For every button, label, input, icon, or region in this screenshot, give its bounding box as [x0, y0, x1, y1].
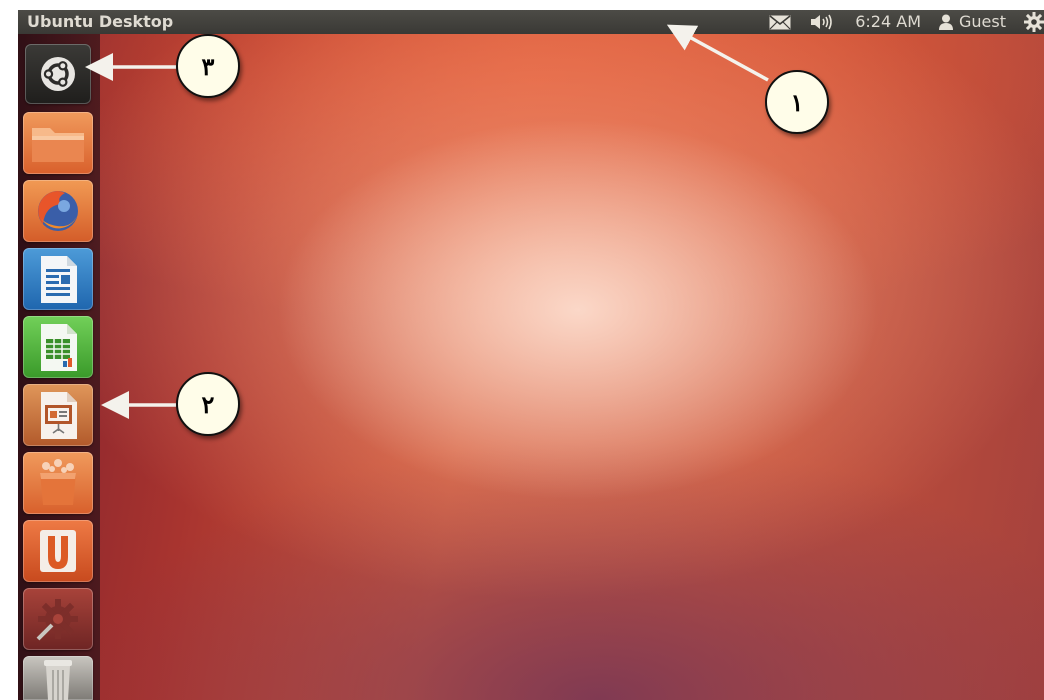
annotation-arrows	[85, 24, 769, 419]
callout-2: ٢	[176, 372, 240, 436]
callout-3: ٣	[176, 34, 240, 98]
callout-1: ١	[765, 70, 829, 134]
arrow-1	[666, 24, 769, 82]
